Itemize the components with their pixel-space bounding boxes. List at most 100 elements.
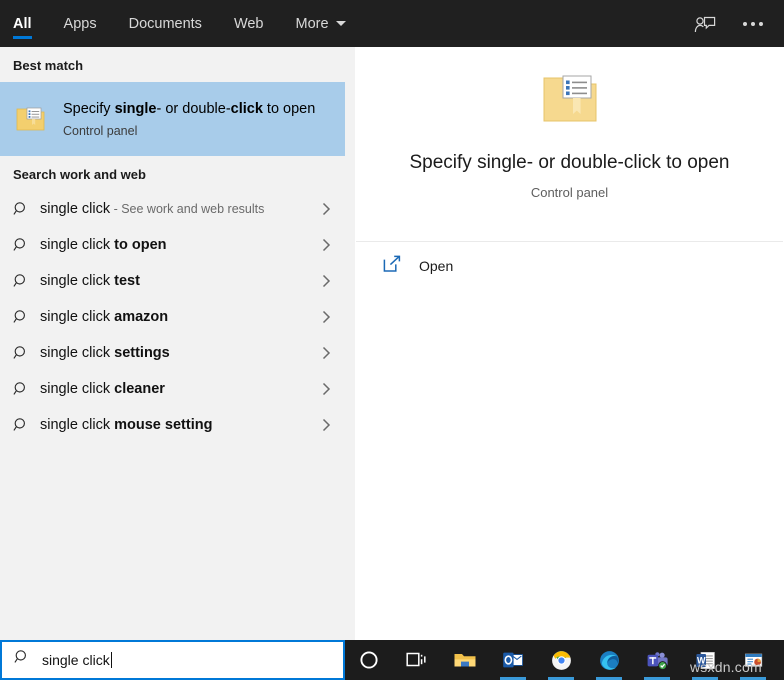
search-icon [13,201,35,218]
search-icon [14,649,31,671]
search-icon [13,273,35,290]
active-tab-indicator [13,36,32,39]
sg5-suffix: cleaner [114,381,165,397]
sg1-suffix: to open [114,237,166,253]
sg3-prefix: single click [40,309,114,325]
tab-all-label: All [13,16,32,32]
list-item[interactable]: single click - See work and web results [0,191,345,227]
tab-documents[interactable]: Documents [129,0,216,47]
search-input-value: single click [42,652,110,668]
sg5-prefix: single click [40,381,114,397]
best-match-text: Specify single- or double-click to open … [63,100,331,138]
search-icon [13,309,35,326]
sg3-suffix: amazon [114,309,168,325]
chevron-right-icon[interactable] [319,310,333,324]
best-match-title: Specify single- or double-click to open [63,100,331,119]
sg2-suffix: test [114,273,140,289]
list-item[interactable]: single click cleaner [0,371,345,407]
search-input[interactable]: single click [0,640,345,680]
preview-header: Specify single- or double-click to open … [355,47,784,241]
word-icon[interactable]: W [681,640,729,680]
preview-pane: Specify single- or double-click to open … [355,47,784,640]
bm-part-2: - or double- [157,101,231,117]
taskbar: single click [0,640,784,680]
list-item-label: single click test [40,273,319,289]
chevron-right-icon[interactable] [319,274,333,288]
sg4-prefix: single click [40,345,114,361]
powerpoint-icon[interactable] [729,640,777,680]
search-icon [13,381,35,398]
chevron-right-icon[interactable] [319,202,333,216]
tab-apps-label: Apps [64,16,97,32]
feedback-person-icon[interactable] [692,11,718,37]
best-match-heading: Best match [0,47,345,82]
tab-documents-label: Documents [129,16,202,32]
list-item-label: single click cleaner [40,381,319,397]
text-caret [111,652,112,668]
taskbar-icons: W [345,640,784,680]
teams-icon[interactable] [633,640,681,680]
search-filter-tabs: All Apps Documents Web More [0,0,378,47]
open-action[interactable]: Open [355,242,784,290]
list-item-label: single click amazon [40,309,319,325]
folder-checklist-icon [13,101,49,137]
list-item[interactable]: single click settings [0,335,345,371]
search-icon [13,345,35,362]
best-match-result[interactable]: Specify single- or double-click to open … [0,82,345,156]
sg4-suffix: settings [114,345,170,361]
list-item-label: single click - See work and web results [40,201,319,217]
results-list-pane: Best match Specify single- [0,47,345,640]
list-item-label: single click settings [40,345,319,361]
tab-web-label: Web [234,16,264,32]
sg0-hint: - See work and web results [110,202,264,216]
folder-checklist-icon [537,66,603,129]
tab-more-label: More [296,16,329,32]
chevron-right-icon[interactable] [319,382,333,396]
tab-apps[interactable]: Apps [64,0,111,47]
list-item-label: single click to open [40,237,319,253]
chevron-right-icon[interactable] [319,346,333,360]
bm-part-1: single [115,101,157,117]
suggestion-list: single click - See work and web results … [0,191,345,443]
chevron-down-icon [336,21,346,26]
sg6-suffix: mouse setting [114,417,212,433]
search-icon [13,237,35,254]
search-work-web-heading: Search work and web [0,156,345,191]
best-match-subtitle: Control panel [63,124,331,138]
tab-web[interactable]: Web [234,0,278,47]
sg1-prefix: single click [40,237,114,253]
bm-part-4: to open [263,101,315,117]
search-results-body: Best match Specify single- [0,47,784,640]
bm-part-0: Specify [63,101,115,117]
open-external-icon [383,255,405,278]
chevron-right-icon[interactable] [319,418,333,432]
list-item[interactable]: single click mouse setting [0,407,345,443]
bm-part-3: click [231,101,263,117]
list-item-label: single click mouse setting [40,417,319,433]
ellipsis-icon[interactable] [740,11,766,37]
list-item[interactable]: single click to open [0,227,345,263]
preview-title: Specify single- or double-click to open [409,152,729,174]
file-explorer-icon[interactable] [441,640,489,680]
pane-gap [345,47,355,640]
outlook-icon[interactable] [489,640,537,680]
cortana-icon[interactable] [345,640,393,680]
search-input-text-wrap: single click [42,652,112,668]
task-view-icon[interactable] [393,640,441,680]
sg2-prefix: single click [40,273,114,289]
chevron-right-icon[interactable] [319,238,333,252]
search-header: All Apps Documents Web More [0,0,784,47]
open-action-label: Open [419,258,453,274]
sg0-prefix: single click [40,201,110,217]
preview-subtitle: Control panel [531,185,608,200]
svg-text:W: W [696,655,705,665]
tab-all[interactable]: All [13,0,46,47]
header-actions [692,11,784,37]
sg6-prefix: single click [40,417,114,433]
list-item[interactable]: single click amazon [0,299,345,335]
edge-icon[interactable] [585,640,633,680]
chrome-icon[interactable] [537,640,585,680]
search-icon [13,417,35,434]
list-item[interactable]: single click test [0,263,345,299]
tab-more[interactable]: More [296,0,360,47]
